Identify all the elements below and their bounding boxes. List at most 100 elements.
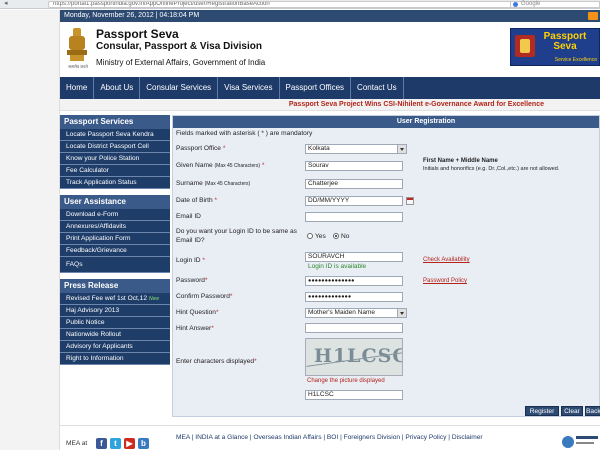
required-asterisk: *: [215, 309, 219, 316]
dob-label-text: Date of Birth: [176, 197, 213, 204]
register-button[interactable]: Register: [525, 406, 559, 416]
sidebar-item-annexures[interactable]: Annexures/Affidavits: [60, 221, 170, 233]
url-text: https://portal1.passportindia.gov.in/App…: [53, 1, 270, 7]
browser-search-input[interactable]: Google: [510, 1, 600, 8]
hint-answer-input[interactable]: [305, 323, 403, 333]
browser-toolbar: ◂ https://portal1.passportindia.gov.in/A…: [0, 0, 600, 9]
passport-office-select[interactable]: Kolkata: [305, 144, 407, 154]
surname-label-text: Surname: [176, 180, 203, 187]
given-name-input[interactable]: Sourav: [305, 161, 403, 171]
sidebar-item-download-eform[interactable]: Download e-Form: [60, 209, 170, 221]
captcha-input[interactable]: H1LCSC: [305, 390, 403, 400]
radio-no[interactable]: [333, 233, 339, 239]
youtube-icon[interactable]: ▶: [124, 438, 135, 449]
calendar-icon[interactable]: [406, 197, 414, 205]
login-id-label-text: Login ID: [176, 257, 201, 264]
search-placeholder: Google: [521, 1, 541, 7]
name-note-body: Initials and honorifics (e.g. Dr.,Col.,e…: [423, 166, 560, 172]
site-footer: MEA at f t ▶ b MEA | INDIA at a Glance |…: [60, 425, 600, 450]
sidebar-item-locate-psk[interactable]: Locate Passport Seva Kendra: [60, 129, 170, 141]
confirm-password-label-text: Confirm Password: [176, 293, 230, 300]
rss-icon[interactable]: [588, 12, 598, 20]
sidebar-item-locate-dpc[interactable]: Locate District Passport Cell: [60, 141, 170, 153]
login-same-question-2: Email ID?: [176, 237, 205, 244]
surname-input[interactable]: Chatterjee: [305, 179, 403, 189]
passport-office-value: Kolkata: [308, 145, 330, 152]
back-icon[interactable]: ◂: [4, 0, 8, 8]
twitter-icon[interactable]: t: [110, 438, 121, 449]
captcha-label-text: Enter characters displayed: [176, 358, 255, 365]
site-header: सत्यमेव जयते Passport Seva Consular, Pas…: [60, 22, 600, 77]
site-subtitle: Consular, Passport & Visa Division: [96, 41, 262, 52]
address-bar[interactable]: https://portal1.passportindia.gov.in/App…: [48, 1, 518, 8]
radio-yes-label: Yes: [315, 233, 326, 240]
password-input[interactable]: ●●●●●●●●●●●●●●: [305, 276, 403, 286]
password-label: Password*: [176, 277, 208, 284]
mea-label: MEA at: [66, 440, 88, 447]
password-label-text: Password: [176, 277, 205, 284]
login-id-label: Login ID *: [176, 257, 205, 264]
hint-question-select[interactable]: Mother's Maiden Name: [305, 308, 407, 318]
mandatory-note: Fields marked with asterisk ( * ) are ma…: [176, 130, 313, 137]
sidebar-item-track-status[interactable]: Track Application Status: [60, 177, 170, 189]
footer-links[interactable]: MEA | INDIA at a Glance | Overseas India…: [176, 434, 483, 441]
sidebar-heading-user-assistance: User Assistance: [60, 195, 170, 209]
nav-about-us[interactable]: About Us: [94, 77, 141, 99]
new-badge: New: [149, 296, 160, 302]
sidebar-item-nationwide-rollout[interactable]: Nationwide Rollout: [60, 329, 170, 341]
facebook-icon[interactable]: f: [96, 438, 107, 449]
chevron-down-icon: [397, 309, 406, 317]
nav-contact-us[interactable]: Contact Us: [351, 77, 404, 99]
hint-question-value: Mother's Maiden Name: [308, 309, 375, 316]
clear-button[interactable]: Clear: [561, 406, 583, 416]
change-picture-link[interactable]: Change the picture displayed: [307, 378, 385, 384]
radio-no-label: No: [341, 233, 350, 240]
sidebar-item-rti[interactable]: Right to Information: [60, 353, 170, 365]
chevron-down-icon: [397, 145, 406, 153]
revised-fee-label: Revised Fee wef 1st Oct,12: [66, 295, 147, 302]
sidebar-heading-passport-services: Passport Services: [60, 115, 170, 129]
google-icon: [513, 2, 518, 7]
sidebar-item-haj-advisory[interactable]: Haj Advisory 2013: [60, 305, 170, 317]
hint-answer-label-text: Hint Answer: [176, 325, 212, 332]
blog-icon[interactable]: b: [138, 438, 149, 449]
confirm-password-label: Confirm Password*: [176, 293, 232, 300]
nav-visa-services[interactable]: Visa Services: [218, 77, 280, 99]
sidebar-heading-press-release: Press Release: [60, 279, 170, 293]
award-banner: Passport Seva Project Wins CSI-Nihilent …: [60, 99, 600, 111]
required-asterisk: *: [229, 293, 233, 300]
hint-question-label-text: Hint Question: [176, 309, 216, 316]
required-asterisk: *: [204, 277, 208, 284]
page-gutter: [0, 10, 60, 450]
sidebar-item-print-form[interactable]: Print Application Form: [60, 233, 170, 245]
login-same-question: Do you want your Login ID to be same as: [176, 228, 297, 235]
password-policy-link[interactable]: Password Policy: [423, 278, 467, 284]
sidebar-item-advisory-applicants[interactable]: Advisory for Applicants: [60, 341, 170, 353]
sidebar-item-fee-calculator[interactable]: Fee Calculator: [60, 165, 170, 177]
required-asterisk: *: [254, 358, 257, 365]
passport-seva-logo: Passport Seva Service Excellence: [510, 28, 600, 66]
award-text[interactable]: Passport Seva Project Wins CSI-Nihilent …: [289, 99, 544, 111]
confirm-password-input[interactable]: ●●●●●●●●●●●●●: [305, 292, 403, 302]
surname-label: Surname (Max 45 Characters): [176, 180, 250, 187]
sidebar-item-public-notice[interactable]: Public Notice: [60, 317, 170, 329]
sidebar-item-revised-fee[interactable]: Revised Fee wef 1st Oct,12 New: [60, 293, 170, 305]
radio-yes[interactable]: [307, 233, 313, 239]
nav-consular-services[interactable]: Consular Services: [140, 77, 219, 99]
login-id-input[interactable]: SOURAVCH: [305, 252, 403, 262]
sidebar-item-police-station[interactable]: Know your Police Station: [60, 153, 170, 165]
sidebar-item-faqs[interactable]: FAQs: [60, 257, 170, 273]
login-available-message: Login ID is available: [308, 263, 367, 270]
back-button[interactable]: Back: [585, 406, 600, 416]
dob-label: Date of Birth *: [176, 197, 217, 204]
surname-hint: (Max 45 Characters): [204, 181, 251, 187]
nav-passport-offices[interactable]: Passport Offices: [280, 77, 352, 99]
check-availability-link[interactable]: Check Availability: [423, 257, 470, 263]
sidebar-item-feedback[interactable]: Feedback/Grievance: [60, 245, 170, 257]
nav-home[interactable]: Home: [60, 77, 95, 99]
registration-panel: User Registration Fields marked with ast…: [172, 115, 600, 417]
passport-office-label: Passport Office *: [176, 145, 225, 152]
dob-input[interactable]: DD/MM/YYYY: [305, 196, 403, 206]
hint-answer-label: Hint Answer*: [176, 325, 214, 332]
email-input[interactable]: [305, 212, 403, 222]
